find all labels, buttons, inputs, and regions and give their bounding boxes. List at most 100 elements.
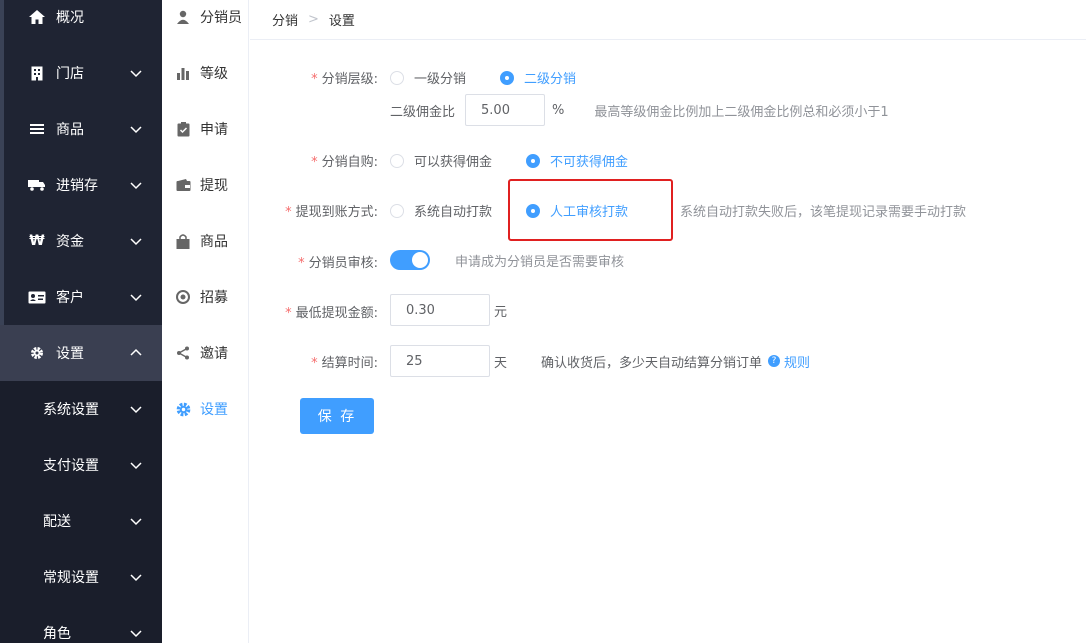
chevron-down-icon [130,630,142,638]
truck-icon [28,176,46,194]
radio-label: 一级分销 [414,72,467,87]
sidebar-sub-label: 常规设置 [43,570,99,586]
self-buy-radio-can[interactable]: 可以获得佣金 [390,151,492,170]
level-label: * 分销层级: [280,68,378,87]
sidebar-item-label: 进销存 [56,178,98,194]
wallet-icon [175,177,191,193]
sidebar-item-overview[interactable]: 概况 [0,0,162,45]
chevron-down-icon [130,126,142,134]
min-withdraw-row: 元 [390,294,507,326]
chevron-up-icon [130,348,142,356]
level-radio-one[interactable]: 一级分销 [390,68,466,87]
highlight-box [508,179,673,241]
required-mark: * [311,72,318,87]
required-mark: * [285,306,292,321]
settle-label-text: 结算时间: [321,356,378,371]
min-withdraw-label: * 最低提现金额: [270,302,378,321]
breadcrumb-separator: > [308,12,319,27]
review-row: 申请成为分销员是否需要审核 [390,250,624,270]
sidebar-sub-payment-settings[interactable]: 支付设置 [0,437,162,493]
bar-chart-icon [175,65,191,81]
settle-unit: 天 [494,355,508,371]
rules-link[interactable]: 规则 [784,352,810,371]
sidebar-item-label: 门店 [56,66,84,82]
min-withdraw-label-text: 最低提现金额: [295,306,378,321]
chevron-down-icon [130,518,142,526]
self-buy-label: * 分销自购: [280,151,378,170]
withdraw-label-text: 提现到账方式: [295,205,378,220]
sidebar-sub-label: 系统设置 [43,402,99,418]
commission-hint: 最高等级佣金比例加上二级佣金比例总和必须小于1 [594,104,889,120]
sidebar-sub-roles[interactable]: 角色 [0,605,162,643]
subnav-item-recruit[interactable]: 招募 [162,269,249,325]
sidebar-sub-delivery[interactable]: 配送 [0,493,162,549]
sidebar-item-label: 设置 [56,346,84,362]
self-buy-radio-cannot[interactable]: 不可获得佣金 [526,151,628,170]
subnav-item-goods[interactable]: 商品 [162,213,249,269]
commission-unit: % [552,102,565,118]
subnav-item-distributor[interactable]: 分销员 [162,0,249,45]
review-hint: 申请成为分销员是否需要审核 [455,254,625,270]
bag-icon [175,233,191,249]
chevron-down-icon [130,294,142,302]
sidebar-item-settings[interactable]: 设置 [0,325,162,381]
radio-label: 二级分销 [524,72,577,87]
user-icon [175,9,191,25]
question-icon[interactable]: ? [768,355,781,367]
settle-input[interactable] [390,345,490,377]
settle-row: 天 确认收货后，多少天自动结算分销订单 ? 规则 [390,345,810,377]
sidebar-item-inventory[interactable]: 进销存 [0,157,162,213]
required-mark: * [298,256,305,271]
gear-icon [175,401,191,417]
subnav-item-label: 分销员 [200,10,242,26]
level-radio-two[interactable]: 二级分销 [500,68,576,87]
subnav-item-settings[interactable]: 设置 [162,381,249,437]
withdraw-radio-auto[interactable]: 系统自动打款 [390,201,492,220]
toggle-knob [412,252,428,268]
sidebar-item-customer[interactable]: 客户 [0,269,162,325]
sidebar-sub-label: 支付设置 [43,458,99,474]
sidebar-item-goods[interactable]: 商品 [0,101,162,157]
sidebar-sub-label: 角色 [43,626,71,642]
withdraw-label: * 提现到账方式: [270,201,378,220]
subnav-item-apply[interactable]: 申请 [162,101,249,157]
chevron-down-icon [130,574,142,582]
breadcrumb-item-distribution[interactable]: 分销 [272,10,298,29]
required-mark: * [311,356,318,371]
subnav-item-withdraw[interactable]: 提现 [162,157,249,213]
subnav-item-invite[interactable]: 邀请 [162,325,249,381]
building-icon [28,64,46,82]
chevron-down-icon [130,70,142,78]
gear-icon [28,344,46,362]
commission-input[interactable] [465,94,546,126]
sidebar-item-store[interactable]: 门店 [0,45,162,101]
subnav-item-label: 等级 [200,66,228,82]
subnav-item-label: 申请 [200,122,228,138]
home-icon [28,8,46,26]
self-buy-radio-group: 可以获得佣金 不可获得佣金 [390,151,628,170]
sidebar-sub-system-settings[interactable]: 系统设置 [0,381,162,437]
radio-dot [526,153,541,168]
sidebar-sub-label: 配送 [43,514,71,530]
clipboard-icon [175,121,191,137]
sidebar-item-funds[interactable]: ₩ 资金 [0,213,162,269]
sidebar-sub-general-settings[interactable]: 常规设置 [0,549,162,605]
commission-label: 二级佣金比 [390,104,456,120]
subnav-item-level[interactable]: 等级 [162,45,249,101]
save-button[interactable]: 保 存 [300,398,374,434]
chevron-down-icon [130,238,142,246]
settle-label: * 结算时间: [280,352,378,371]
breadcrumb-item-settings: 设置 [328,14,355,29]
chevron-down-icon [130,406,142,414]
min-withdraw-unit: 元 [494,304,508,320]
radio-dot [500,70,515,85]
required-mark: * [311,155,318,170]
subnav-item-label: 商品 [200,234,228,250]
min-withdraw-input[interactable] [390,294,490,326]
sidebar-item-label: 概况 [56,10,84,26]
subnav-item-label: 设置 [200,402,228,418]
radio-dot [390,153,404,168]
review-toggle[interactable] [390,250,430,270]
breadcrumb: 分销 > 设置 [250,0,1086,40]
level-radio-group: 一级分销 二级分销 [390,68,576,87]
